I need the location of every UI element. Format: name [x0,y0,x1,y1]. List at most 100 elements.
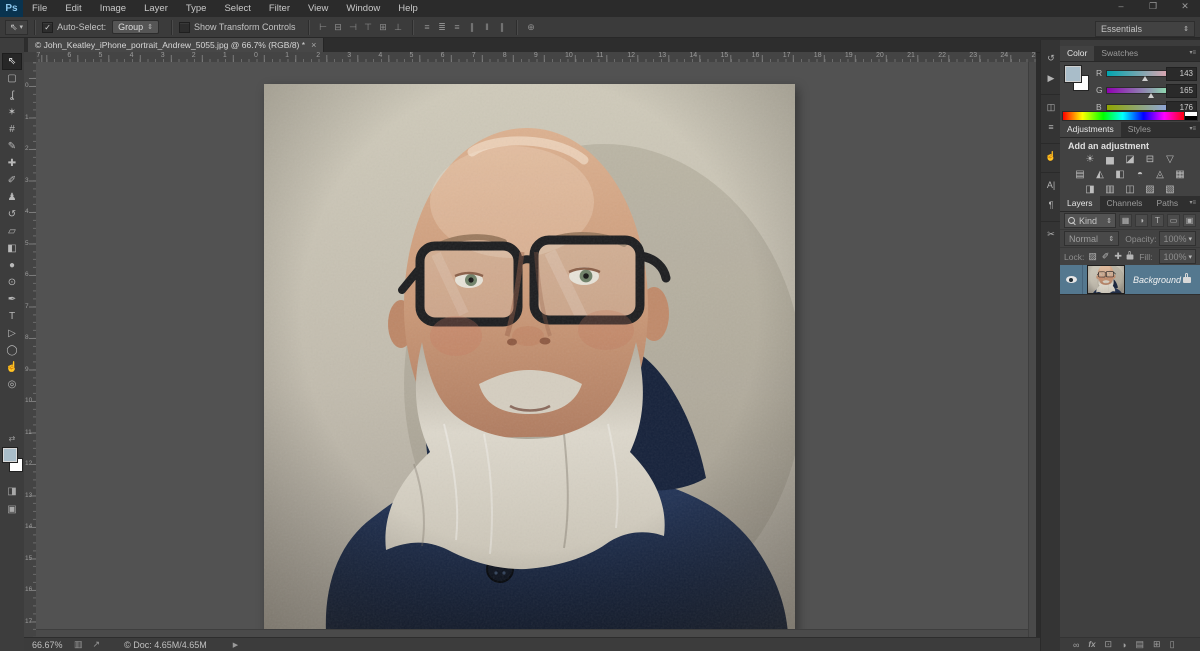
menu-file[interactable]: File [23,0,56,17]
zoom-level-field[interactable]: 66.67% [32,640,74,650]
restore-button[interactable]: ❐ [1144,1,1162,12]
photo-filter-icon[interactable]: ◓ [1133,168,1147,183]
tab-swatches[interactable]: Swatches [1094,46,1145,61]
channel-value-g[interactable]: 165 [1166,84,1197,98]
type-tool[interactable]: T [2,308,22,325]
ellipse-tool[interactable]: ◯ [2,342,22,359]
layer-effects-icon[interactable]: fx [1088,640,1095,649]
blur-tool[interactable]: ● [2,257,22,274]
vertical-scrollbar[interactable] [1028,62,1036,637]
filter-pixel-layers-icon[interactable]: ▦ [1119,214,1132,227]
info-panel-icon[interactable]: ≡ [1041,117,1061,137]
filter-smart-objects-icon[interactable]: ▣ [1183,214,1196,227]
dodge-tool[interactable]: ⊙ [2,274,22,291]
tool-preset-picker[interactable]: ⇖ ▾ [5,20,28,35]
auto-select-target-dropdown[interactable]: Group ⇕ [112,20,159,34]
auto-align-layers-icon[interactable]: ⊕ [524,20,539,35]
zoom-tool[interactable]: ◎ [2,376,22,393]
curves-icon[interactable]: ◪ [1123,153,1137,168]
channel-mixer-icon[interactable]: ◬ [1153,168,1167,183]
filter-type-layers-icon[interactable]: T [1151,214,1164,227]
character-panel-icon[interactable]: A| [1041,172,1061,195]
hue-saturation-icon[interactable]: ▤ [1073,168,1087,183]
screen-mode-button[interactable]: ▣ [2,504,22,515]
align-horizontal-centers-icon[interactable]: ⊟ [331,20,346,35]
history-panel-icon[interactable]: ↺ [1041,48,1061,68]
distribute-top-edges-icon[interactable]: ≡ [420,20,435,35]
tab-adjustments[interactable]: Adjustments [1060,122,1121,137]
new-layer-icon[interactable]: ⊞ [1153,639,1161,650]
distribute-right-edges-icon[interactable]: ∥ [495,20,510,35]
menu-type[interactable]: Type [177,0,216,17]
filter-adjustment-layers-icon[interactable]: ◑ [1135,214,1148,227]
lock-transparency-icon[interactable]: ▨ [1088,251,1097,262]
distribute-vertical-centers-icon[interactable]: ≣ [435,20,450,35]
exposure-icon[interactable]: ⊟ [1143,153,1157,168]
close-tab-icon[interactable]: × [311,40,316,50]
panel-menu-icon[interactable]: ▾≡ [1189,122,1200,137]
canvas-area[interactable] [36,62,1036,637]
vibrance-icon[interactable]: ▽ [1163,153,1177,168]
history-brush-tool[interactable]: ↺ [2,206,22,223]
minimize-button[interactable]: – [1112,1,1130,12]
auto-select-checkbox[interactable]: ✓ [42,22,53,33]
document-tab[interactable]: © John_Keatley_iPhone_portrait_Andrew_50… [28,38,324,52]
tab-paths[interactable]: Paths [1149,196,1185,211]
document-image[interactable] [264,84,795,633]
swap-colors-icon[interactable]: ⇄ [2,434,22,443]
distribute-bottom-edges-icon[interactable]: ≡ [450,20,465,35]
new-group-icon[interactable]: ▤ [1136,639,1145,650]
new-adjustment-layer-icon[interactable]: ◑ [1121,640,1126,650]
actions-panel-icon[interactable]: ▶ [1041,68,1061,88]
rectangular-marquee-tool[interactable]: ▢ [2,70,22,87]
levels-icon[interactable]: ▅ [1103,153,1117,168]
paragraph-panel-icon[interactable]: ¶ [1041,195,1061,215]
slider-thumb-icon[interactable] [1148,93,1154,98]
tab-channels[interactable]: Channels [1100,196,1150,211]
filter-shape-layers-icon[interactable]: ▭ [1167,214,1180,227]
menu-filter[interactable]: Filter [260,0,299,17]
align-vertical-centers-icon[interactable]: ⊞ [376,20,391,35]
color-lookup-icon[interactable]: ▦ [1173,168,1187,183]
quick-selection-tool[interactable]: ✶ [2,104,22,121]
hand-tool[interactable]: ☝ [2,359,22,376]
channel-value-r[interactable]: 143 [1166,67,1197,81]
spot-healing-brush-tool[interactable]: ✚ [2,155,22,172]
visibility-cell[interactable] [1060,265,1083,294]
brush-tool[interactable]: ✐ [2,172,22,189]
color-balance-icon[interactable]: ◭ [1093,168,1107,183]
close-button[interactable]: ✕ [1176,1,1194,12]
fill-field[interactable]: 100% ▾ [1159,249,1196,264]
distribute-left-edges-icon[interactable]: ∥ [465,20,480,35]
align-bottom-edges-icon[interactable]: ⊥ [391,20,406,35]
add-layer-mask-icon[interactable]: ⊡ [1105,639,1113,650]
horizontal-scrollbar[interactable] [36,629,1036,637]
white-black-ramp[interactable] [1184,111,1198,121]
panel-menu-icon[interactable]: ▾≡ [1189,196,1200,211]
clone-stamp-tool[interactable]: ♟ [2,189,22,206]
crop-tool[interactable]: # [2,121,22,138]
show-transform-checkbox[interactable] [179,22,190,33]
align-left-edges-icon[interactable]: ⊢ [316,20,331,35]
eye-icon[interactable] [1066,276,1077,283]
tool-presets-panel-icon[interactable]: ✂ [1041,221,1061,244]
menu-select[interactable]: Select [215,0,259,17]
blend-mode-dropdown[interactable]: Normal ⇕ [1064,231,1119,246]
align-top-edges-icon[interactable]: ⊤ [361,20,376,35]
layer-row[interactable]: Background [1060,265,1200,295]
panel-menu-icon[interactable]: ▾≡ [1189,46,1200,61]
move-tool[interactable]: ⇖ [2,53,22,70]
path-selection-tool[interactable]: ▷ [2,325,22,342]
menu-help[interactable]: Help [389,0,427,17]
brightness-contrast-icon[interactable]: ☀ [1083,153,1097,168]
layer-thumbnail[interactable] [1087,265,1125,294]
eraser-tool[interactable]: ▱ [2,223,22,240]
eyedropper-tool[interactable]: ✎ [2,138,22,155]
pen-tool[interactable]: ✒ [2,291,22,308]
color-spectrum-ramp[interactable] [1062,111,1186,121]
tab-layers[interactable]: Layers [1060,196,1100,211]
align-right-edges-icon[interactable]: ⊣ [346,20,361,35]
gradient-tool[interactable]: ◧ [2,240,22,257]
add-ons-panel-icon[interactable]: ☝ [1041,143,1061,166]
workspace-switcher[interactable]: Essentials ⇕ [1095,21,1195,37]
